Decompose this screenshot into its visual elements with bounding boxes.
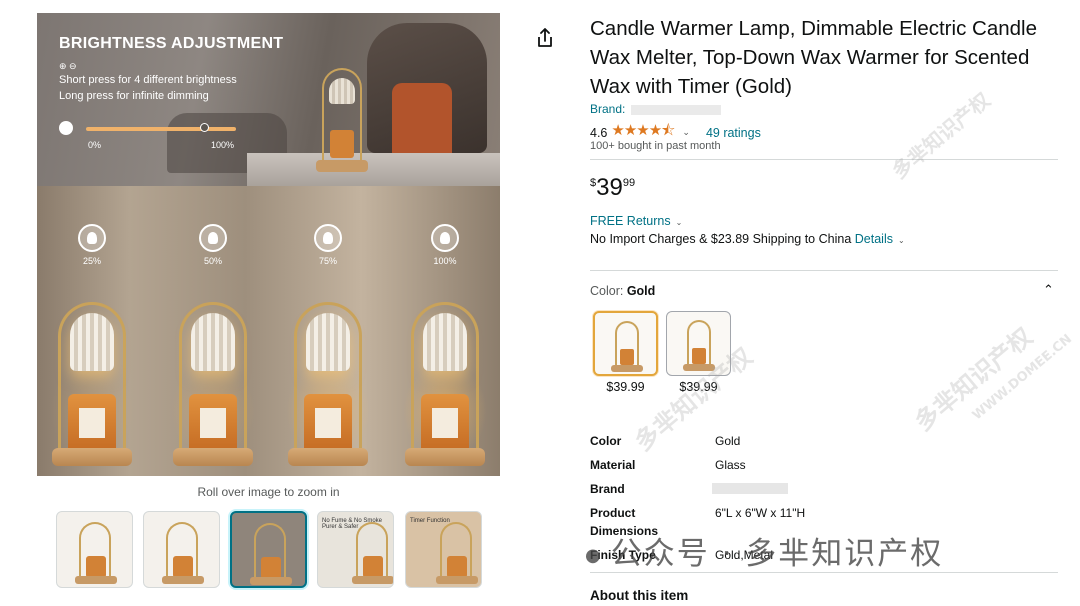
level-label: 100% [433, 256, 457, 266]
table-graphic [247, 153, 500, 186]
spec-label-color: Color [590, 434, 622, 448]
level-label: 75% [318, 256, 337, 266]
about-this-item-heading: About this item [590, 588, 689, 603]
color-swatch-gold[interactable] [593, 311, 658, 376]
chevron-down-icon[interactable]: ⌄ [682, 127, 690, 138]
lamp-level-25: 25% [40, 186, 140, 476]
brightness-banner: BRIGHTNESS ADJUSTMENT ⊕ ⊖ Short press fo… [37, 13, 500, 186]
blanket-graphic [392, 83, 452, 163]
rating-value: 4.6 [590, 125, 608, 140]
lamp-level-75: 75% [276, 186, 376, 476]
price: $3999 [590, 174, 635, 202]
shipping-row: No Import Charges & $23.89 Shipping to C… [590, 232, 905, 246]
bought-count: 100+ bought in past month [590, 140, 721, 152]
chevron-down-icon: ⌄ [675, 218, 683, 227]
divider [590, 159, 1058, 160]
level-label: 50% [203, 256, 222, 266]
brightness-levels-panel: 25% 50% 75% 100% [37, 186, 500, 476]
share-icon[interactable] [536, 28, 554, 48]
free-returns-label: FREE Returns [590, 214, 671, 228]
bulb-icon [431, 224, 459, 252]
slider-max-label: 100% [211, 140, 235, 150]
bulb-icon [314, 224, 342, 252]
thumbnail-caption: Timer Function [410, 518, 450, 524]
chevron-down-icon[interactable]: ⌄ [898, 236, 905, 245]
slider-min-label: 0% [88, 140, 102, 150]
level-label: 25% [82, 256, 101, 266]
chevron-up-icon[interactable]: ⌃ [1043, 282, 1054, 298]
watermark-text: 公众号 · 多芈知识产权 [610, 536, 944, 572]
thumbnail-4[interactable]: No Fume & No Smoke Purer & Safer [317, 511, 394, 588]
thumbnail-3[interactable] [230, 511, 307, 588]
brightness-slider-knob [200, 123, 209, 132]
brightness-slider-track [86, 127, 236, 131]
spec-value-dimensions: 6"L x 6"W x 11"H [715, 506, 806, 520]
brand-name-redacted [631, 104, 722, 115]
swatch-price: $39.99 [606, 380, 645, 394]
brightness-line-2: Long press for infinite dimming [59, 90, 209, 102]
spec-value-material: Glass [715, 458, 746, 472]
thumbnail-2[interactable] [143, 511, 220, 588]
color-label: Color: [590, 284, 624, 298]
watermark-faint-url: WWW.DOMEE.CN [969, 331, 1076, 424]
color-swatch-2[interactable] [666, 311, 731, 376]
brand-label: Brand: [590, 102, 626, 116]
free-returns-link[interactable]: FREE Returns ⌄ [590, 214, 682, 228]
brightness-headline: BRIGHTNESS ADJUSTMENT [59, 35, 284, 52]
price-fraction: 99 [622, 177, 636, 189]
color-selector-label: Color: Gold [590, 284, 655, 298]
shipping-text: No Import Charges & $23.89 Shipping to C… [590, 232, 852, 246]
brand-row[interactable]: Brand: [590, 102, 722, 116]
thumbnail-5[interactable]: Timer Function [405, 511, 482, 588]
price-whole: 39 [596, 174, 623, 201]
spec-label-brand: Brand [590, 482, 625, 496]
product-title: Candle Warmer Lamp, Dimmable Electric Ca… [590, 17, 1037, 98]
bulb-icon [199, 224, 227, 252]
lamp-graphic [312, 68, 372, 173]
price-symbol: $ [590, 177, 597, 189]
thumbnail-1[interactable] [56, 511, 133, 588]
divider [590, 270, 1058, 271]
bulb-icon [59, 121, 73, 135]
bulb-icon [78, 224, 106, 252]
main-product-image[interactable]: BRIGHTNESS ADJUSTMENT ⊕ ⊖ Short press fo… [37, 13, 500, 476]
spec-label-material: Material [590, 458, 636, 472]
spec-value-brand-redacted [712, 483, 788, 494]
plus-minus-icon: ⊕ ⊖ [59, 61, 77, 71]
lamp-level-50: 50% [161, 186, 261, 476]
wechat-icon: ● [585, 545, 603, 566]
zoom-hint: Roll over image to zoom in [197, 485, 340, 499]
spec-value-color: Gold [715, 434, 741, 448]
shipping-details-link[interactable]: Details [855, 232, 893, 246]
watermark-faint: 多芈知识产权 [909, 322, 1038, 437]
swatch-price: $39.99 [679, 380, 718, 394]
brightness-line-1: Short press for 4 different brightness [59, 74, 237, 86]
lamp-level-100: 100% [393, 186, 493, 476]
color-value: Gold [626, 284, 656, 298]
watermark: ● 公众号 · 多芈知识产权 [585, 528, 943, 573]
ratings-link[interactable]: 49 ratings [706, 126, 761, 140]
